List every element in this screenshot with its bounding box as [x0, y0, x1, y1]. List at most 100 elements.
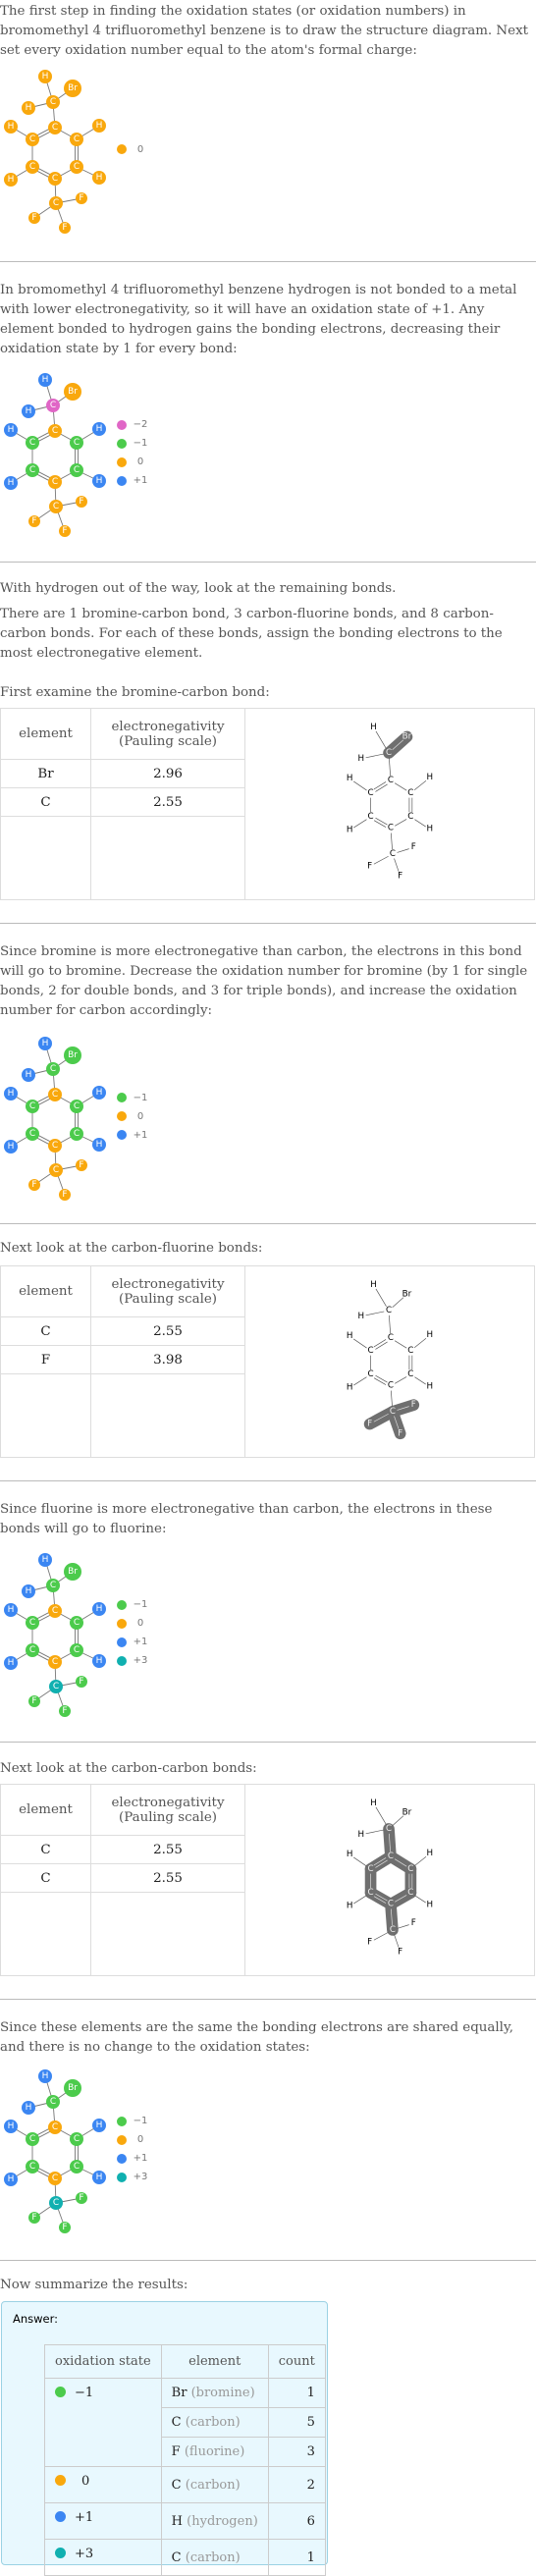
legend-dot	[117, 1655, 127, 1666]
svg-text:H: H	[42, 1555, 49, 1565]
svg-text:F: F	[62, 526, 67, 536]
bond-line	[390, 1390, 393, 1408]
atom-c: C	[26, 1643, 39, 1657]
svg-text:H: H	[8, 425, 15, 435]
remaining-bonds-text: With hydrogen out of the way, look at th…	[0, 581, 397, 596]
atom-label: H	[347, 1902, 353, 1911]
bond-line	[375, 1806, 387, 1825]
atom-label: F	[411, 1400, 416, 1410]
divider	[0, 1999, 536, 2000]
electronegativity-cell: 2.55	[90, 1835, 245, 1864]
legend-dot	[117, 2153, 127, 2164]
electronegativity-cell: 2.96	[90, 759, 245, 788]
c-c-result-text: Since these elements are the same the bo…	[0, 2020, 514, 2055]
atom-c: C	[26, 133, 39, 146]
svg-text:H: H	[8, 175, 15, 185]
atom-c: C	[46, 2095, 60, 2109]
bond-line	[365, 1311, 385, 1316]
element-cell: F (fluorine)	[160, 2437, 269, 2467]
svg-text:H: H	[96, 1088, 103, 1098]
atom-br: Br	[64, 1046, 81, 1064]
atom-c: C	[70, 2160, 83, 2174]
element-cell: F	[0, 1345, 91, 1374]
svg-text:H: H	[8, 122, 15, 132]
svg-text:F: F	[31, 1696, 36, 1706]
svg-text:H: H	[42, 72, 49, 81]
legend-dot	[117, 475, 127, 486]
svg-text:C: C	[74, 465, 80, 475]
atom-c: C	[70, 1643, 83, 1657]
atom-h: H	[38, 1037, 52, 1050]
atom-label: C	[386, 748, 392, 758]
legend-label: 0	[136, 143, 144, 155]
atom-c: C	[26, 2160, 39, 2174]
electronegativity-cell: 3.98	[90, 1345, 245, 1374]
atom-f: F	[59, 222, 71, 234]
bond-highlight-diagram: H Br C H C C C H H C C H H C C F F F	[244, 708, 535, 900]
empty-cell	[90, 1892, 245, 1976]
svg-text:H: H	[96, 1140, 103, 1150]
atom-f: F	[28, 2212, 40, 2224]
electronegativity-table: element electronegativity (Pauling scale) H…	[0, 708, 535, 900]
atom-c: C	[48, 475, 62, 489]
svg-text:F: F	[79, 497, 83, 507]
svg-text:H: H	[26, 406, 32, 416]
atom-h: H	[92, 2171, 106, 2184]
atom-h: H	[38, 2069, 52, 2083]
svg-text:F: F	[79, 193, 83, 203]
oxidation-state-cell: +1	[44, 2502, 162, 2540]
svg-text:Br: Br	[68, 2083, 78, 2093]
oxidation-legend: 0	[117, 140, 148, 159]
svg-text:H: H	[8, 1605, 15, 1615]
atom-h: H	[22, 2101, 35, 2115]
svg-text:C: C	[74, 2134, 80, 2144]
atom-label: F	[398, 1947, 402, 1957]
bond-line	[414, 1895, 426, 1904]
atom-h: H	[92, 1138, 106, 1152]
svg-text:F: F	[62, 2223, 67, 2232]
element-symbol: C	[171, 2549, 186, 2565]
bond-line	[375, 730, 387, 749]
oxidation-legend: −1 0 +1	[117, 1089, 148, 1145]
element-cell: Br (bromine)	[160, 2378, 269, 2408]
svg-text:C: C	[52, 1141, 58, 1151]
divider	[0, 1480, 536, 1481]
atom-label: C	[390, 1925, 396, 1935]
atom-c: C	[48, 424, 62, 438]
atom-label: Br	[402, 731, 412, 741]
c-f-result-text: Since fluorine is more electronegative t…	[0, 1502, 493, 1536]
bond-line	[394, 1934, 400, 1948]
bond-line	[375, 1374, 388, 1383]
bond-line	[375, 1341, 388, 1350]
bond-line	[413, 1855, 427, 1867]
atom-c: C	[48, 1655, 62, 1669]
answer-box: Answer: oxidation state element count −1 Br …	[1, 2301, 328, 2576]
bond-line	[373, 855, 389, 865]
answer-title: Answer:	[13, 2312, 59, 2326]
legend-label: +1	[133, 475, 148, 486]
atom-c: C	[70, 1127, 83, 1141]
svg-text:C: C	[29, 1618, 35, 1628]
atom-label: C	[407, 1888, 413, 1898]
bond-line	[397, 848, 409, 853]
legend-label: +3	[133, 2172, 148, 2182]
atom-f: F	[59, 525, 71, 537]
legend-label: 0	[136, 456, 144, 467]
atom-label: H	[427, 773, 434, 782]
atom-c: C	[70, 463, 83, 477]
svg-text:F: F	[79, 2193, 83, 2203]
bond-line	[413, 1337, 427, 1349]
element-symbol: H	[171, 2513, 188, 2529]
legend-dot	[117, 144, 127, 154]
atom-label: H	[347, 774, 353, 783]
svg-text:Br: Br	[68, 387, 78, 397]
atom-h: H	[4, 1603, 18, 1617]
bond-line	[413, 779, 427, 791]
element-name: (hydrogen)	[187, 2513, 258, 2529]
summary-intro: Now summarize the results:	[0, 2278, 188, 2292]
answer-row: +1 H (hydrogen) 6	[44, 2502, 326, 2540]
svg-text:H: H	[42, 375, 49, 385]
bond-line	[414, 1376, 426, 1385]
atom-label: H	[427, 1901, 434, 1910]
svg-text:C: C	[29, 1101, 35, 1111]
